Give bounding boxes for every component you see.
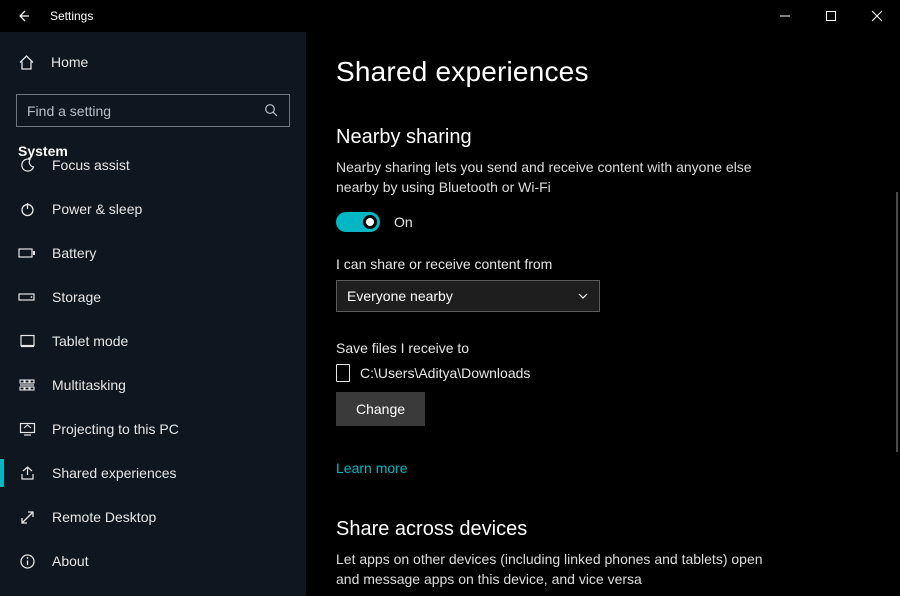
nearby-toggle-label: On [394,214,413,230]
moon-icon [18,156,36,174]
search-icon [264,103,279,118]
nearby-heading: Nearby sharing [336,126,900,149]
page-title: Shared experiences [336,56,900,88]
sidebar-item-battery[interactable]: Battery [0,231,306,275]
folder-icon [336,364,350,382]
minimize-button[interactable] [762,0,808,32]
sidebar-item-label: Focus assist [52,157,130,173]
sidebar-item-label: Remote Desktop [52,509,156,525]
maximize-button[interactable] [808,0,854,32]
learn-more-link[interactable]: Learn more [336,460,408,476]
content: Shared experiences Nearby sharing Nearby… [306,32,900,596]
search-input[interactable] [27,103,264,119]
save-to-label: Save files I receive to [336,340,900,356]
sidebar-item-label: Storage [52,289,101,305]
project-icon [18,420,36,438]
back-arrow-icon [15,8,31,24]
sidebar-item-label: Power & sleep [52,201,142,217]
close-icon [871,10,883,22]
across-heading: Share across devices [336,518,900,541]
minimize-icon [779,10,791,22]
sidebar-item-label: About [52,553,89,569]
sidebar-item-projecting-to-this-pc[interactable]: Projecting to this PC [0,407,306,451]
sidebar-item-remote-desktop[interactable]: Remote Desktop [0,495,306,539]
sidebar-item-power-sleep[interactable]: Power & sleep [0,187,306,231]
sidebar-item-focus-assist[interactable]: Focus assist [0,143,306,187]
back-button[interactable] [0,0,46,32]
sidebar-item-shared-experiences[interactable]: Shared experiences [0,451,306,495]
sidebar-item-label: Projecting to this PC [52,421,179,437]
home-label: Home [51,54,88,70]
sidebar-item-label: Multitasking [52,377,126,393]
battery-icon [18,244,36,262]
home-nav[interactable]: Home [0,42,306,82]
across-description: Let apps on other devices (including lin… [336,549,776,590]
share-from-select[interactable]: Everyone nearby [336,280,600,312]
sidebar-item-tablet-mode[interactable]: Tablet mode [0,319,306,363]
about-icon [18,552,36,570]
change-button[interactable]: Change [336,392,425,426]
titlebar: Settings [0,0,900,32]
close-button[interactable] [854,0,900,32]
nav-list: Focus assist Power & sleep Battery Storage T… [0,143,306,583]
share-icon [18,464,36,482]
window-title: Settings [50,9,93,23]
share-from-value: Everyone nearby [347,288,453,304]
sidebar: Home System Focus assistPower & sleepBat… [0,32,306,596]
search-input-container[interactable] [16,94,290,127]
sidebar-item-storage[interactable]: Storage [0,275,306,319]
tablet-icon [18,332,36,350]
nearby-toggle[interactable] [336,212,380,232]
home-icon [18,54,35,71]
maximize-icon [825,10,837,22]
chevron-down-icon [577,290,589,302]
scrollbar[interactable] [896,192,898,452]
sidebar-item-multitasking[interactable]: Multitasking [0,363,306,407]
save-to-row: C:\Users\Aditya\Downloads [336,364,900,382]
remote-icon [18,508,36,526]
save-to-path: C:\Users\Aditya\Downloads [360,365,530,381]
sidebar-item-label: Battery [52,245,96,261]
nearby-description: Nearby sharing lets you send and receive… [336,157,776,198]
multi-icon [18,376,36,394]
share-from-label: I can share or receive content from [336,256,900,272]
sidebar-item-about[interactable]: About [0,539,306,583]
power-icon [18,200,36,218]
sidebar-item-label: Tablet mode [52,333,128,349]
sidebar-item-label: Shared experiences [52,465,177,481]
storage-icon [18,288,36,306]
